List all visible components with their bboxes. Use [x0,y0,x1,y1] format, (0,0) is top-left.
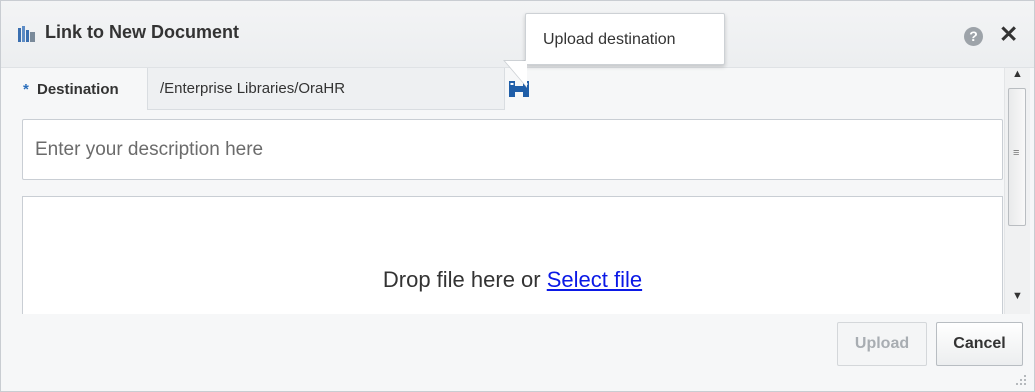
tooltip-tail [505,61,527,87]
library-icon [18,26,35,42]
drop-instructions: Drop file here or Select file [23,267,1002,293]
description-input[interactable] [22,119,1003,180]
dialog-title: Link to New Document [45,22,240,42]
scroll-down-icon[interactable]: ▼ [1012,290,1023,302]
link-to-new-document-dialog: Link to New Document ? ✕ Upload destinat… [0,0,1035,392]
dialog-titlebar: Link to New Document ? ✕ [1,1,1034,68]
upload-button[interactable]: Upload [837,322,927,366]
scrollbar-grip: ≡ [1013,147,1020,159]
drop-text: Drop file here or [382,267,547,292]
dialog-footer: Upload Cancel [1,314,1034,391]
file-drop-zone[interactable]: Drop file here or Select file [22,196,1003,314]
destination-label: Destination [37,81,119,98]
scroll-up-icon[interactable]: ▲ [1012,68,1023,80]
tooltip-text: Upload destination [543,31,676,48]
required-marker: * [23,81,29,98]
scrollbar-thumb[interactable]: ≡ [1008,88,1026,226]
close-icon[interactable]: ✕ [999,21,1018,47]
dialog-content: * Destination /Enterprise Libraries/OraH… [1,68,1004,314]
vertical-scrollbar[interactable]: ▲ ≡ ▼ [1004,68,1030,314]
cancel-button[interactable]: Cancel [936,322,1023,366]
destination-field: /Enterprise Libraries/OraHR [147,68,505,110]
help-icon[interactable]: ? [964,27,983,46]
tooltip: Upload destination [525,13,725,65]
select-file-link[interactable]: Select file [547,267,642,292]
resize-grip-icon[interactable] [1011,372,1027,386]
destination-value: /Enterprise Libraries/OraHR [160,80,346,97]
